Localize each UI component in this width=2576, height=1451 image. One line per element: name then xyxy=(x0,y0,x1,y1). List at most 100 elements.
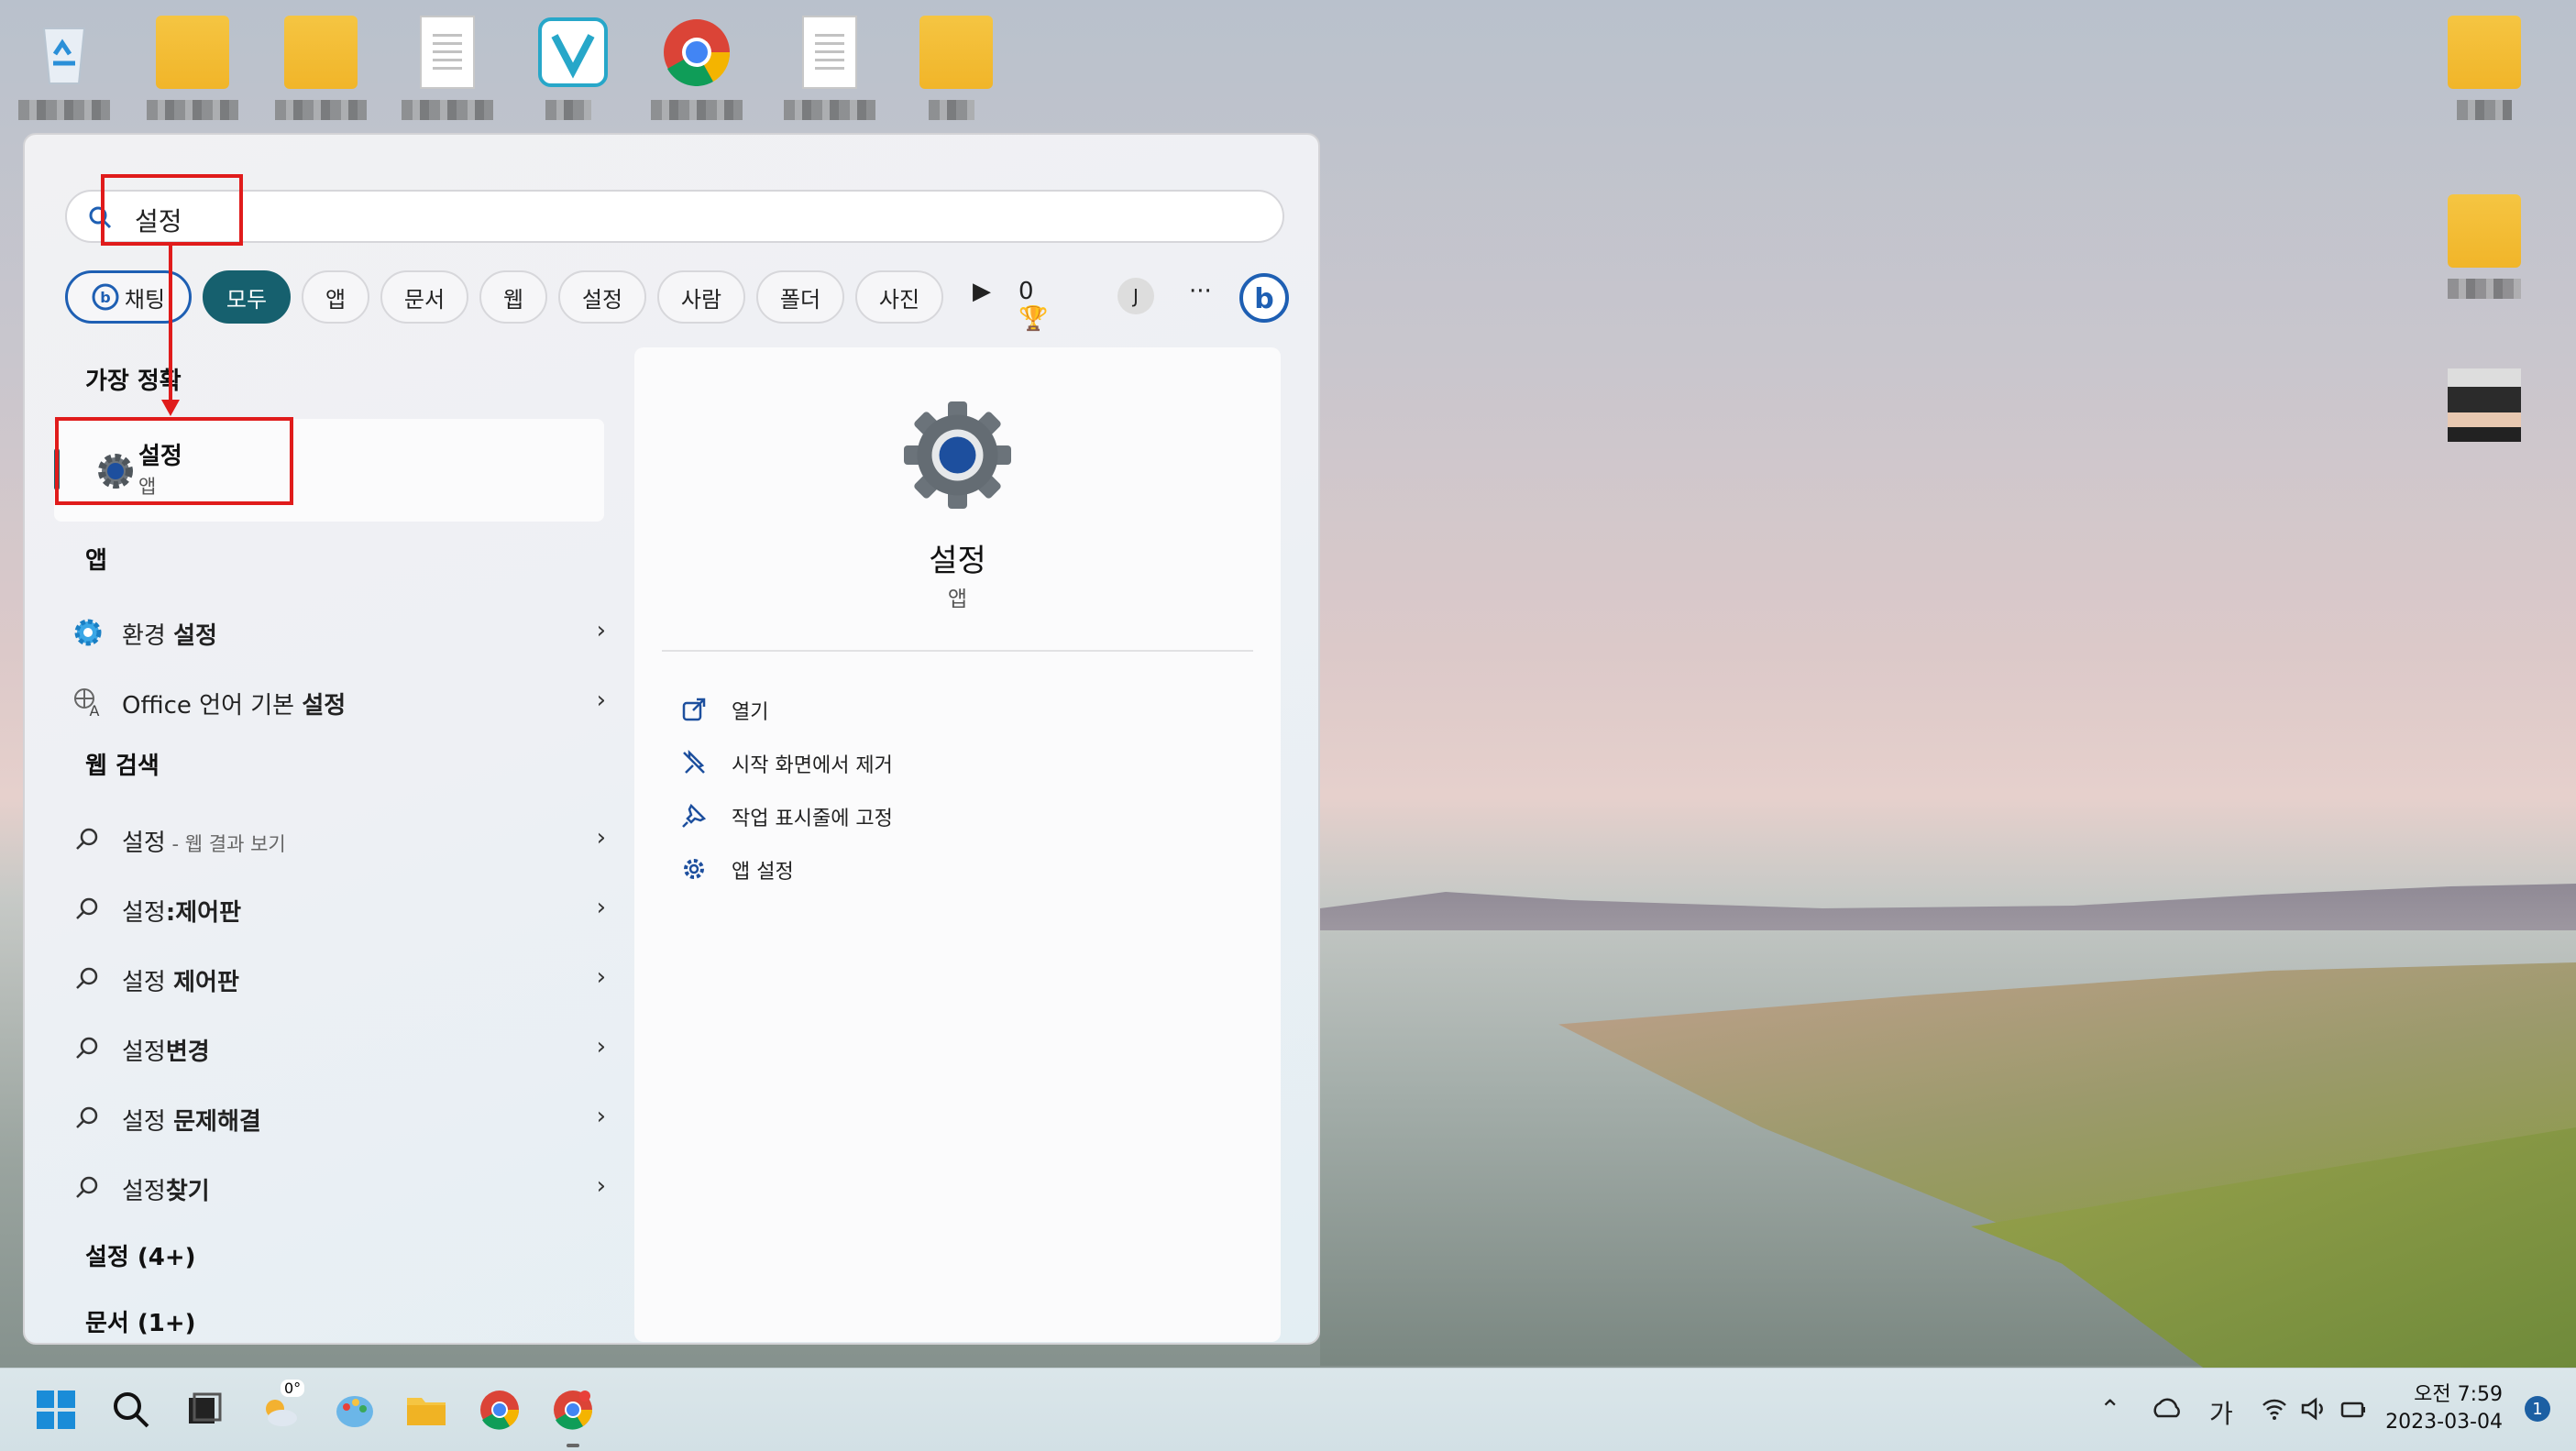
start-search-panel: 설정 b 채팅 모두 앱 문서 웹 설정 사람 폴더 사진 ▶ 0 🏆 J ··… xyxy=(23,133,1320,1345)
photo-icon xyxy=(2448,368,2521,442)
avatar[interactable]: J xyxy=(1117,278,1154,314)
app-result-item[interactable]: A Office 언어 기본 설정 › xyxy=(65,674,624,729)
pin-taskbar-action-label: 작업 표시줄에 고정 xyxy=(732,808,893,830)
chevron-right-icon: › xyxy=(596,687,606,714)
volume-icon[interactable] xyxy=(2299,1396,2327,1422)
web-result-label: 설정 - 웹 결과 보기 xyxy=(122,830,286,857)
search-icon xyxy=(76,897,98,919)
rewards-points[interactable]: 0 🏆 xyxy=(1018,278,1048,333)
windows-start-icon[interactable] xyxy=(33,1387,79,1433)
web-result-label: 설정:제어판 xyxy=(122,899,242,927)
taskbar: 0° ⌃ 가 오전 7:59 2023-03-04 1 xyxy=(0,1368,2576,1451)
settings-more-heading[interactable]: 설정 (4+) xyxy=(85,1238,196,1272)
chevron-up-icon[interactable]: ⌃ xyxy=(2099,1394,2120,1424)
recycle-bin-icon xyxy=(42,27,86,84)
search-icon xyxy=(76,1176,98,1198)
folder-icon xyxy=(284,16,358,89)
tab-web[interactable]: 웹 xyxy=(479,270,547,324)
tab-settings[interactable]: 설정 xyxy=(558,270,646,324)
folder-desktop-icon[interactable] xyxy=(266,5,376,124)
running-indicator xyxy=(567,1444,579,1447)
folder-desktop-icon[interactable] xyxy=(2429,5,2539,124)
play-icon[interactable]: ▶ xyxy=(973,278,991,305)
onedrive-icon[interactable] xyxy=(2151,1396,2184,1420)
chat-button[interactable]: b 채팅 xyxy=(65,270,192,324)
web-result-item[interactable]: 설정:제어판 › xyxy=(65,881,624,936)
document-icon xyxy=(420,16,475,89)
apps-heading: 앱 xyxy=(85,547,107,575)
document-icon xyxy=(802,16,857,89)
chrome-profile-icon[interactable] xyxy=(550,1387,596,1433)
web-result-item[interactable]: 설정 제어판 › xyxy=(65,951,624,1006)
document-desktop-icon[interactable] xyxy=(775,5,885,124)
bing-icon: b xyxy=(92,283,119,311)
search-icon xyxy=(76,828,98,850)
task-view-icon[interactable] xyxy=(182,1387,227,1433)
unpin-start-action-label: 시작 화면에서 제거 xyxy=(732,754,893,777)
tab-people[interactable]: 사람 xyxy=(657,270,745,324)
annotation-box-result xyxy=(55,417,293,505)
chrome-shortcut-desktop-icon[interactable] xyxy=(642,5,752,124)
chevron-right-icon: › xyxy=(596,894,606,921)
best-match-heading: 가장 정확 xyxy=(85,368,182,395)
app-settings-action-label: 앱 설정 xyxy=(732,861,794,884)
chevron-right-icon: › xyxy=(596,824,606,852)
chevron-right-icon: › xyxy=(596,1033,606,1061)
bing-chat-icon[interactable]: b xyxy=(1238,272,1290,324)
chrome-icon[interactable] xyxy=(477,1387,523,1433)
app-shortcut-desktop-icon[interactable] xyxy=(518,5,628,124)
app-result-item[interactable]: 환경 설정 › xyxy=(65,604,624,659)
notification-badge[interactable]: 1 xyxy=(2525,1396,2550,1422)
annotation-arrowhead xyxy=(161,400,180,416)
more-options-icon[interactable]: ··· xyxy=(1189,278,1212,305)
svg-text:A: A xyxy=(90,702,100,718)
file-explorer-icon[interactable] xyxy=(403,1387,449,1433)
ime-indicator[interactable]: 가 xyxy=(2209,1394,2233,1431)
folder-desktop-icon[interactable] xyxy=(138,5,248,124)
detail-title: 설정 xyxy=(929,543,986,579)
folder-desktop-icon[interactable] xyxy=(901,5,1011,124)
documents-more-heading[interactable]: 문서 (1+) xyxy=(85,1304,196,1338)
app-result-label: Office 언어 기본 설정 xyxy=(122,692,347,720)
search-icon xyxy=(76,1106,98,1128)
tab-photos[interactable]: 사진 xyxy=(855,270,943,324)
tab-all[interactable]: 모두 xyxy=(203,270,291,324)
app-result-label: 환경 설정 xyxy=(122,622,217,650)
result-detail-pane: 설정 앱 열기 시작 화면에서 제거 작업 표시줄에 고정 앱 설정 xyxy=(634,347,1281,1342)
search-icon[interactable] xyxy=(108,1387,154,1433)
detail-type: 앱 xyxy=(947,588,968,611)
recycle-bin-desktop-icon[interactable] xyxy=(9,5,119,124)
open-action-label: 열기 xyxy=(732,701,769,724)
rewards-count: 0 xyxy=(1018,278,1034,305)
annotation-arrow-line xyxy=(169,246,172,403)
search-icon xyxy=(76,1037,98,1059)
gear-icon xyxy=(684,859,704,879)
battery-icon[interactable] xyxy=(2339,1396,2369,1422)
folder-icon xyxy=(156,16,229,89)
settings-gear-icon xyxy=(904,401,1011,509)
wifi-icon[interactable] xyxy=(2261,1396,2288,1422)
clock-date: 2023-03-04 xyxy=(2385,1411,2503,1434)
web-result-label: 설정 문제해결 xyxy=(122,1108,261,1136)
tab-documents[interactable]: 문서 xyxy=(380,270,468,324)
clock[interactable]: 오전 7:59 2023-03-04 xyxy=(2385,1381,2503,1436)
weather-widget[interactable]: 0° xyxy=(257,1380,305,1433)
tab-folders[interactable]: 폴더 xyxy=(756,270,844,324)
search-box[interactable]: 설정 xyxy=(65,190,1284,243)
unpin-icon xyxy=(683,749,705,774)
office-language-icon: A xyxy=(74,688,100,718)
chat-label: 채팅 xyxy=(124,286,166,313)
web-search-heading: 웹 검색 xyxy=(85,753,160,780)
tab-apps[interactable]: 앱 xyxy=(302,270,369,324)
folder-icon xyxy=(919,16,993,89)
chevron-right-icon: › xyxy=(596,1172,606,1200)
web-result-item[interactable]: 설정변경 › xyxy=(65,1020,624,1075)
contact-photo-desktop-icon[interactable] xyxy=(2429,357,2539,477)
web-result-item[interactable]: 설정 문제해결 › xyxy=(65,1090,624,1145)
search-icon xyxy=(76,967,98,989)
folder-desktop-icon[interactable] xyxy=(2429,183,2539,302)
web-result-item[interactable]: 설정 - 웹 결과 보기 › xyxy=(65,811,624,866)
web-result-item[interactable]: 설정찾기 › xyxy=(65,1160,624,1215)
document-desktop-icon[interactable] xyxy=(392,5,502,124)
paint-icon[interactable] xyxy=(332,1387,378,1433)
